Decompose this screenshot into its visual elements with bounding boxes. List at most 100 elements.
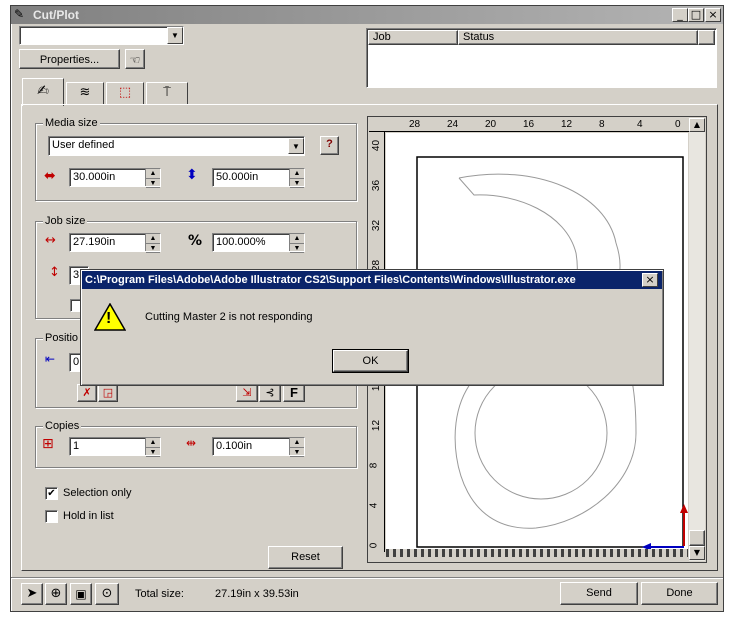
device-select[interactable]: [19, 26, 184, 45]
job-scale-value: 100.000%: [216, 236, 266, 248]
send-button[interactable]: Send: [560, 582, 638, 605]
scroll-down-button[interactable]: ▼: [689, 546, 705, 560]
dialog-message: Cutting Master 2 is not responding: [145, 311, 313, 323]
clear-origin-icon[interactable]: ✗: [77, 384, 97, 402]
select-tool-icon[interactable]: ➤: [21, 583, 43, 605]
job-width-value: 27.190in: [73, 236, 116, 248]
left-ruler-tick: 36: [371, 179, 383, 192]
left-ruler-tick: 8: [368, 462, 380, 469]
fit-button[interactable]: F: [283, 384, 305, 402]
hold-in-list-checkbox[interactable]: [45, 510, 58, 523]
left-ruler-tick: 40: [371, 139, 383, 152]
dialog-title-bar[interactable]: C:\Program Files\Adobe\Adobe Illustrator…: [82, 271, 662, 289]
selection-only-label: Selection only: [63, 487, 132, 499]
reset-button[interactable]: Reset: [268, 546, 343, 569]
artwork-inner-loop: [474, 366, 608, 500]
frame-icon: ⬚: [118, 85, 132, 100]
copies-spacing-icon: ⇹: [186, 436, 197, 450]
device-dropdown-arrow-icon[interactable]: ▼: [167, 27, 183, 44]
top-ruler-tick: 16: [523, 119, 535, 130]
scale-percent-icon: %: [188, 233, 203, 249]
media-length-spinner[interactable]: ▲ ▼: [289, 169, 304, 188]
media-size-group: [35, 123, 357, 201]
job-scale-spinner[interactable]: ▲ ▼: [289, 234, 304, 253]
left-ruler-tick: 4: [368, 502, 380, 509]
scroll-up-button[interactable]: ▲: [689, 118, 705, 132]
properties-button[interactable]: Properties...: [19, 49, 120, 69]
zoom-fit-icon[interactable]: ▣: [70, 583, 92, 605]
minimize-button[interactable]: _: [672, 8, 688, 22]
window-title: Cut/Plot: [33, 8, 79, 22]
copies-count-value: 1: [73, 440, 80, 452]
media-help-button[interactable]: ?: [320, 136, 339, 155]
title-bar[interactable]: ✎ Cut/Plot: [11, 6, 723, 24]
top-ruler: 28 24 20 16 12 8 4 0: [369, 118, 689, 132]
set-origin-icon[interactable]: ◲: [98, 384, 118, 402]
copies-label: Copies: [43, 420, 82, 432]
preview-bottom-band: [386, 549, 688, 557]
left-ruler-tick: 0: [368, 542, 380, 549]
tab-layers[interactable]: ≋: [66, 82, 104, 104]
extra-column-header[interactable]: [698, 30, 715, 45]
hand-tool-icon[interactable]: ☜: [125, 49, 145, 69]
job-width-spinner[interactable]: ▲ ▼: [145, 234, 160, 253]
warning-icon: !: [93, 302, 127, 331]
copies-spacing-value: 0.100in: [216, 440, 253, 452]
media-length-value: 50.000in: [216, 171, 259, 183]
copies-spacing-spinner[interactable]: ▲ ▼: [289, 438, 304, 457]
job-column-header[interactable]: Job: [368, 30, 458, 45]
layers-icon: ≋: [79, 85, 91, 100]
top-ruler-tick: 24: [447, 119, 459, 130]
warning-glyph: !: [106, 310, 112, 327]
job-size-label: Job size: [43, 215, 88, 227]
done-button[interactable]: Done: [641, 582, 718, 605]
close-button[interactable]: ×: [705, 8, 721, 22]
dialog-title: C:\Program Files\Adobe\Adobe Illustrator…: [85, 274, 576, 286]
dialog-ok-button[interactable]: OK: [332, 349, 409, 373]
tab-general[interactable]: ✍: [22, 78, 64, 106]
cutter-tool-icon: ⍑: [163, 85, 171, 100]
zoom-icon[interactable]: ⊙: [95, 583, 119, 605]
help-icon: ?: [326, 138, 333, 150]
left-ruler-tick: 12: [371, 419, 383, 432]
job-height-icon: ↕: [49, 265, 60, 280]
total-size-label: Total size:: [135, 588, 184, 600]
left-ruler-tick: 32: [371, 219, 383, 232]
bottom-separator: [11, 577, 723, 579]
tab-cutter[interactable]: ⍑: [146, 82, 188, 104]
top-ruler-tick: 28: [409, 119, 421, 130]
dialog-close-button[interactable]: ×: [642, 273, 658, 287]
total-size-value: 27.19in x 39.53in: [215, 588, 299, 600]
pen-holder-icon: ✍: [37, 83, 49, 99]
position-x-icon: ⇤: [45, 352, 56, 366]
top-ruler-tick: 8: [599, 119, 605, 130]
position-label: Positio: [43, 332, 81, 344]
top-ruler-tick: 0: [675, 119, 681, 130]
media-length-icon: ⬍: [186, 167, 198, 183]
align-icon[interactable]: ⇲: [236, 384, 258, 402]
job-width-icon: ↔: [45, 233, 56, 248]
y-axis-arrowhead: [680, 504, 688, 513]
weed-icon[interactable]: ⊰: [259, 384, 281, 402]
maximize-button[interactable]: □: [688, 8, 704, 22]
tab-frame[interactable]: ⬚: [106, 82, 144, 104]
preview-scrollbar[interactable]: [689, 118, 705, 561]
zoom-in-icon[interactable]: ⊕: [45, 583, 67, 605]
media-width-icon: ⬌: [44, 168, 56, 184]
media-size-label: Media size: [43, 117, 100, 129]
copies-grid-icon: ⊞: [42, 436, 54, 452]
top-ruler-tick: 12: [561, 119, 573, 130]
selection-only-checkbox[interactable]: ✔: [45, 487, 58, 500]
status-column-header[interactable]: Status: [458, 30, 698, 45]
top-ruler-tick: 4: [637, 119, 643, 130]
media-preset-dropdown-icon[interactable]: ▼: [288, 138, 304, 154]
media-preset-value: User defined: [52, 139, 115, 151]
copies-count-spinner[interactable]: ▲ ▼: [145, 438, 160, 457]
media-width-spinner[interactable]: ▲ ▼: [145, 169, 160, 188]
media-preset-select[interactable]: User defined: [48, 136, 305, 156]
hold-in-list-label: Hold in list: [63, 510, 114, 522]
app-icon: ✎: [14, 7, 25, 21]
position-x-value: 0: [73, 356, 80, 368]
top-ruler-tick: 20: [485, 119, 497, 130]
scroll-thumb[interactable]: [689, 530, 705, 546]
